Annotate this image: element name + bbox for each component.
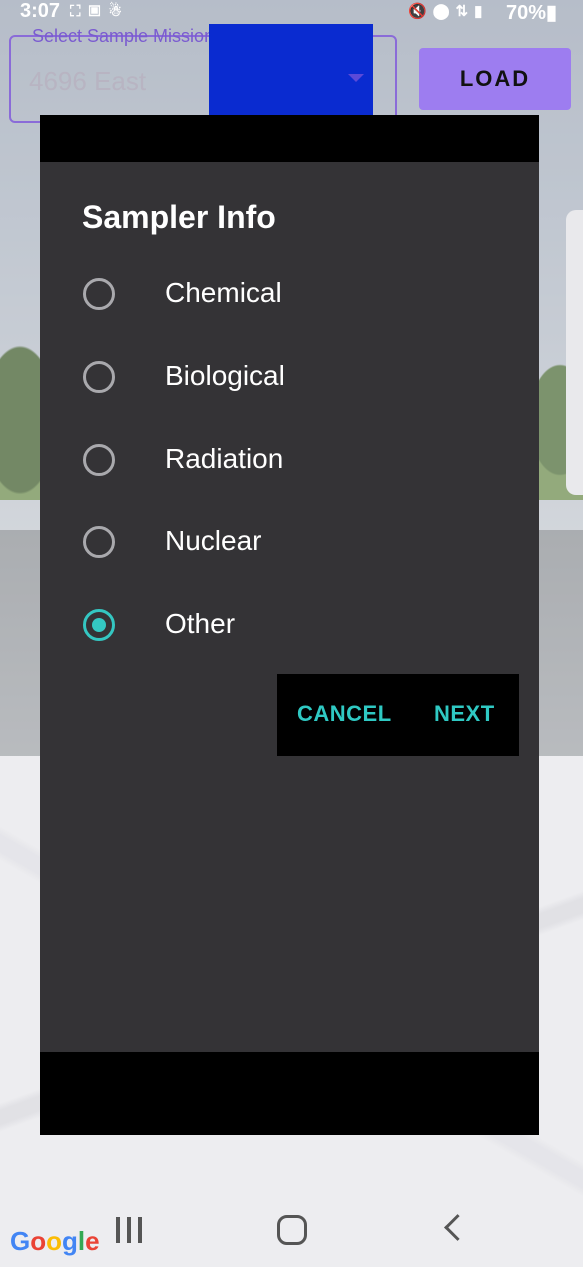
option-other[interactable]: Other <box>83 596 523 656</box>
next-button[interactable]: NEXT <box>434 701 495 727</box>
mission-select-label: Select Sample Mission <box>32 26 215 46</box>
battery-level: 70%▮ <box>506 0 557 25</box>
option-label: Biological <box>165 360 285 391</box>
home-icon[interactable] <box>277 1215 307 1245</box>
radio-button-icon[interactable] <box>83 444 115 476</box>
dialog-header-bar <box>40 115 539 162</box>
dialog-actions: CANCEL NEXT <box>277 674 519 756</box>
cancel-button[interactable]: CANCEL <box>297 701 392 727</box>
accessibility-icon: ☃ <box>108 3 130 20</box>
status-time: 3:07 <box>20 0 61 22</box>
mission-select-value[interactable]: 4696 East <box>29 66 146 97</box>
screenshot-icon: ⛶ <box>70 3 89 20</box>
screen-record-icon: ▣ <box>88 3 109 20</box>
recent-apps-icon[interactable] <box>116 1217 144 1243</box>
mute-icon: 🔇 <box>408 3 433 20</box>
option-label: Chemical <box>165 277 282 308</box>
option-label: Other <box>165 608 236 639</box>
location-icon: ⬤ <box>432 3 456 20</box>
option-nuclear[interactable]: Nuclear <box>83 513 523 573</box>
option-label: Nuclear <box>165 525 262 556</box>
mission-select-highlight <box>209 24 373 116</box>
option-radiation[interactable]: Radiation <box>83 431 523 491</box>
radio-button-icon[interactable] <box>83 278 115 310</box>
battery-text: 70% <box>506 2 547 24</box>
lte-icon: ⇅ <box>455 3 475 20</box>
status-left-icons: ⛶▣☃ <box>70 2 130 20</box>
dialog-title: Sampler Info <box>82 199 276 235</box>
status-bar: 3:07 ⛶▣☃ 🔇⬤⇅▮ 70%▮ <box>0 0 583 24</box>
sampler-info-dialog: Sampler Info Chemical Biological Radiati… <box>40 115 539 1135</box>
google-logo: Google <box>10 1226 100 1256</box>
status-right-icons: 🔇⬤⇅▮ <box>408 2 488 20</box>
load-button[interactable]: LOAD <box>419 48 571 110</box>
radio-button-checked-icon[interactable] <box>83 609 115 641</box>
dialog-footer-bar <box>40 1052 539 1135</box>
option-biological[interactable]: Biological <box>83 348 523 408</box>
option-label: Radiation <box>165 443 284 474</box>
chevron-down-icon[interactable] <box>348 74 364 82</box>
side-panel-handle[interactable] <box>566 210 583 495</box>
signal-icon: ▮ <box>474 3 489 20</box>
radio-button-icon[interactable] <box>83 526 115 558</box>
radio-button-icon[interactable] <box>83 361 115 393</box>
option-chemical[interactable]: Chemical <box>83 265 523 325</box>
battery-icon: ▮ <box>546 2 558 24</box>
